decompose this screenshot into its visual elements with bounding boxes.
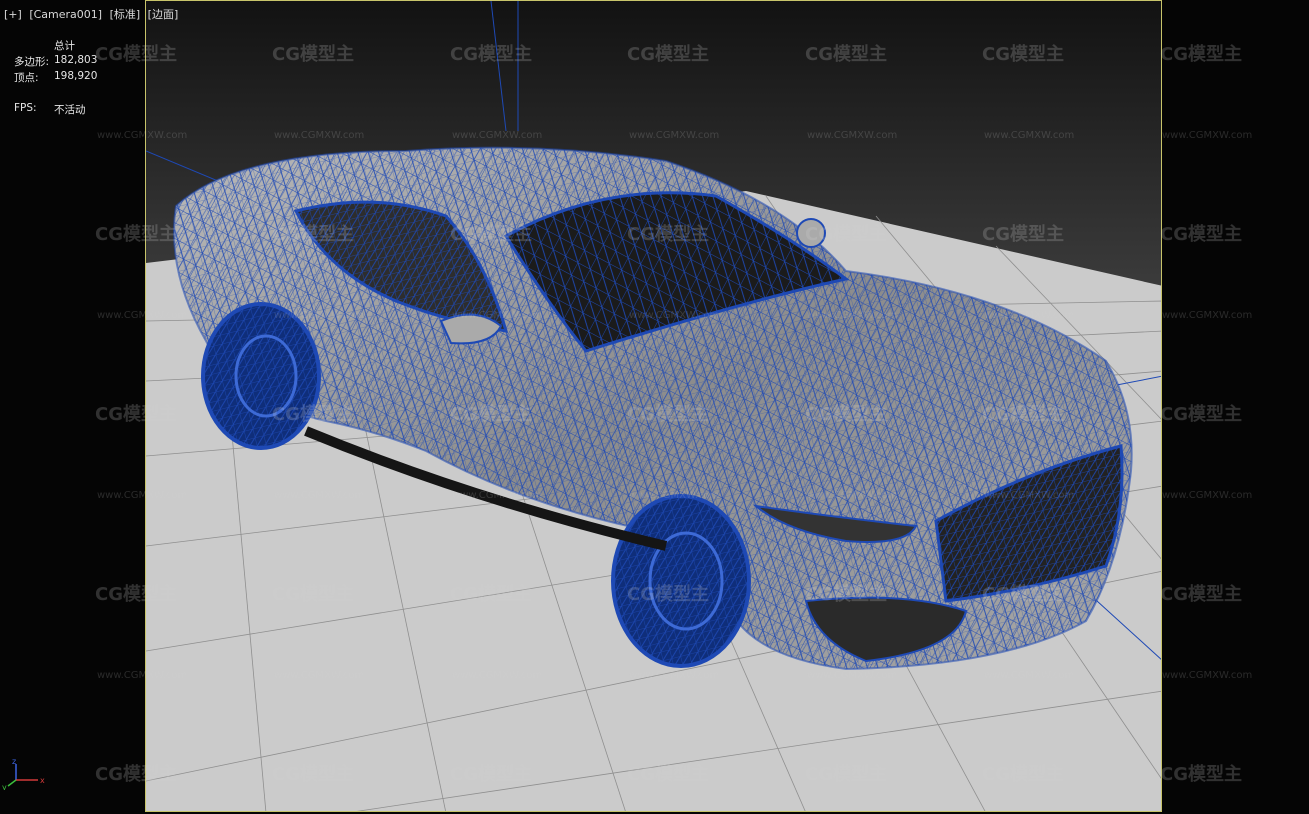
viewport-plus-menu[interactable]: [+] — [4, 8, 22, 21]
viewport-label-menu[interactable]: [+] [Camera001] [标准] [边面] — [4, 6, 182, 22]
svg-text:z: z — [12, 757, 16, 766]
polygons-value: 182,803 — [54, 54, 98, 66]
watermark-logo: CG模型主 — [1160, 404, 1242, 425]
watermark-url: www.CGMXW.com — [1162, 490, 1253, 501]
watermark-url: www.CGMXW.com — [1162, 670, 1253, 681]
watermark-logo: CG模型主 — [1160, 584, 1242, 605]
stats-header: 总计 — [54, 40, 75, 52]
camera-viewport[interactable]: CG模型主 www.CGMXW.com CG模型主 www.CGMXW.com CG模型… — [0, 0, 1309, 814]
axis-gizmo-icon: z x y — [2, 757, 45, 790]
viewport-display-menu[interactable]: [边面] — [148, 8, 179, 21]
fps-label: FPS: — [14, 102, 37, 114]
watermark-url: www.CGMXW.com — [1162, 130, 1253, 141]
polygons-label: 多边形: — [14, 56, 50, 68]
vertices-label: 顶点: — [14, 72, 39, 84]
watermark-url: www.CGMXW.com — [1162, 310, 1253, 321]
svg-text:x: x — [40, 776, 45, 785]
rear-wheel — [201, 302, 321, 450]
front-wheel — [611, 494, 751, 668]
safe-frame — [145, 0, 1162, 812]
viewport-shading-menu[interactable]: [标准] — [110, 8, 141, 21]
vertices-value: 198,920 — [54, 70, 98, 82]
viewport-camera-menu[interactable]: [Camera001] — [29, 8, 102, 21]
watermark-logo: CG模型主 — [1160, 44, 1242, 65]
svg-text:y: y — [2, 783, 7, 790]
watermark-logo: CG模型主 — [1160, 224, 1242, 245]
fps-value: 不活动 — [54, 104, 86, 116]
watermark-logo: CG模型主 — [1160, 764, 1242, 785]
scene-render — [146, 1, 1161, 811]
